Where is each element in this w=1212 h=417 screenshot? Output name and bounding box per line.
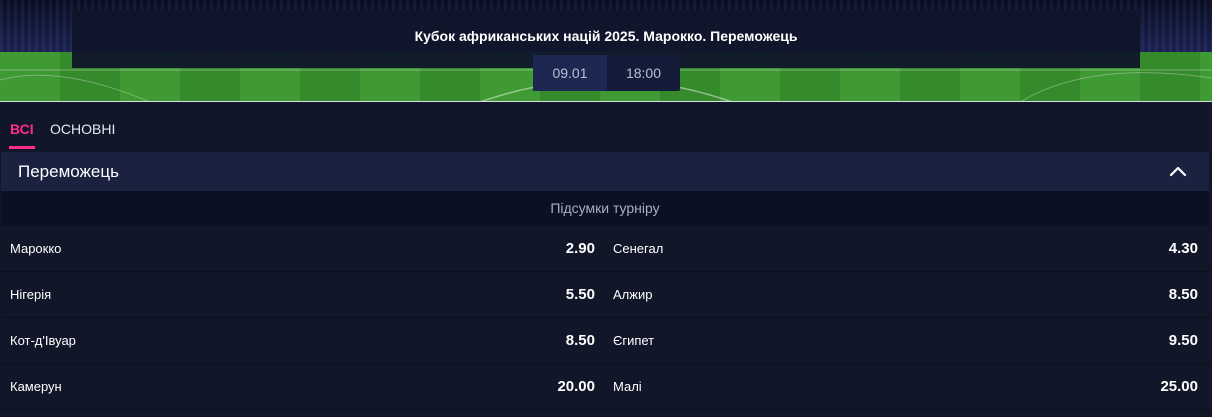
odds-button[interactable]: 8.50	[1081, 272, 1198, 318]
team-name[interactable]: Єгипет	[613, 318, 654, 364]
event-date: 09.01	[533, 55, 607, 91]
tab-all[interactable]: ВСІ	[9, 120, 35, 149]
event-time: 18:00	[625, 65, 662, 81]
team-name[interactable]: Алжир	[613, 272, 652, 318]
table-row: Кот-д'Івуар 8.50 Єгипет 9.50	[1, 318, 1209, 364]
chevron-up-icon[interactable]	[1169, 163, 1187, 181]
odds-table: Марокко 2.90 Сенегал 4.30 Нігерія 5.50 А…	[1, 226, 1209, 410]
table-row: Марокко 2.90 Сенегал 4.30	[1, 226, 1209, 272]
odds-button[interactable]: 20.00	[481, 364, 595, 410]
table-row: Камерун 20.00 Малі 25.00	[1, 364, 1209, 410]
market-subtitle: Підсумки турніру	[1, 191, 1209, 226]
market-filter-tabs: ВСІ ОСНОВНІ	[0, 103, 1212, 151]
team-name[interactable]: Сенегал	[613, 226, 663, 272]
odds-button[interactable]: 2.90	[481, 226, 595, 272]
market-header[interactable]: Переможець	[1, 152, 1209, 191]
team-name[interactable]: Марокко	[10, 226, 61, 272]
event-datetime: 09.01 18:00	[533, 55, 680, 91]
team-name[interactable]: Кот-д'Івуар	[10, 318, 76, 364]
odds-button[interactable]: 8.50	[481, 318, 595, 364]
odds-button[interactable]: 25.00	[1081, 364, 1198, 410]
market-title: Переможець	[18, 161, 119, 181]
odds-button[interactable]: 9.50	[1081, 318, 1198, 364]
odds-button[interactable]: 5.50	[481, 272, 595, 318]
team-name[interactable]: Малі	[613, 364, 642, 410]
tab-main[interactable]: ОСНОВНІ	[50, 120, 115, 138]
event-title: Кубок африканських націй 2025. Марокко. …	[414, 28, 798, 44]
team-name[interactable]: Камерун	[10, 364, 62, 410]
team-name[interactable]: Нігерія	[10, 272, 51, 318]
table-row: Нігерія 5.50 Алжир 8.50	[1, 272, 1209, 318]
odds-button[interactable]: 4.30	[1081, 226, 1198, 272]
